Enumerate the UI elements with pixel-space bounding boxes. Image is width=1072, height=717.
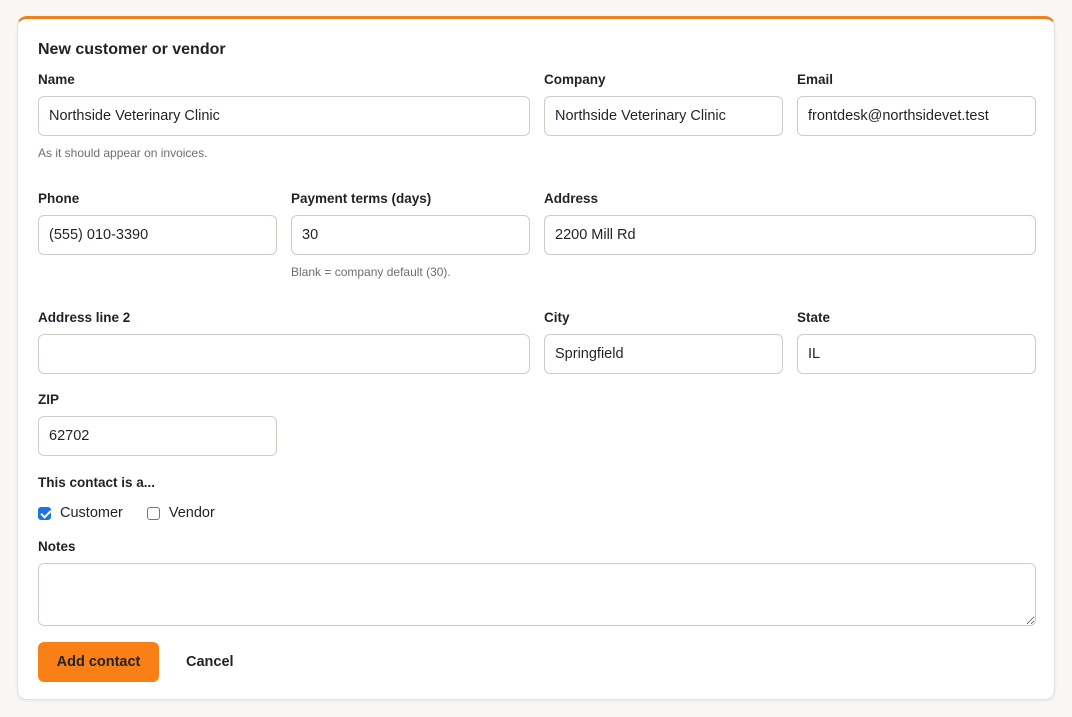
name-label: Name xyxy=(38,72,75,87)
address-line2-label: Address line 2 xyxy=(38,310,131,325)
city-input[interactable] xyxy=(544,334,783,374)
customer-option[interactable]: Customer xyxy=(38,505,123,521)
payment-terms-field-group: Payment terms (days) Blank = company def… xyxy=(291,191,530,281)
address-line2-field-group: Address line 2 xyxy=(38,310,530,376)
contact-type-options: Customer Vendor xyxy=(38,505,239,521)
company-field-group: Company xyxy=(544,72,783,138)
name-help-text: As it should appear on invoices. xyxy=(38,146,208,160)
payment-terms-help-text: Blank = company default (30). xyxy=(291,265,451,279)
email-input[interactable] xyxy=(797,96,1036,136)
vendor-option-label: Vendor xyxy=(168,505,215,521)
payment-terms-input[interactable] xyxy=(291,215,530,255)
vendor-option[interactable]: Vendor xyxy=(146,505,215,521)
address-input[interactable] xyxy=(544,215,1036,255)
contact-form-card: New customer or vendor Name As it should… xyxy=(17,16,1055,700)
address-field-group: Address xyxy=(544,191,1036,257)
state-field-group: State xyxy=(797,310,1036,376)
add-contact-button[interactable]: Add contact xyxy=(38,642,159,682)
payment-terms-label: Payment terms (days) xyxy=(291,191,432,206)
notes-label: Notes xyxy=(38,539,76,554)
state-label: State xyxy=(797,310,831,325)
customer-checkbox[interactable] xyxy=(38,506,51,520)
name-field-group: Name As it should appear on invoices. xyxy=(38,72,530,162)
notes-textarea[interactable] xyxy=(38,563,1036,626)
cancel-button[interactable]: Cancel xyxy=(176,642,244,682)
company-input[interactable] xyxy=(544,96,783,136)
customer-option-label: Customer xyxy=(60,505,123,521)
phone-label: Phone xyxy=(38,191,80,206)
form-title: New customer or vendor xyxy=(38,41,226,58)
contact-type-label: This contact is a... xyxy=(38,475,156,490)
city-label: City xyxy=(544,310,570,325)
city-field-group: City xyxy=(544,310,783,376)
zip-field-group: ZIP xyxy=(38,392,277,458)
email-label: Email xyxy=(797,72,834,87)
email-field-group: Email xyxy=(797,72,1036,138)
name-input[interactable] xyxy=(38,96,530,136)
company-label: Company xyxy=(544,72,606,87)
notes-field-group: Notes xyxy=(38,539,1036,626)
phone-input[interactable] xyxy=(38,215,277,255)
state-input[interactable] xyxy=(797,334,1036,374)
address-label: Address xyxy=(544,191,599,206)
contact-type-group: This contact is a... xyxy=(38,475,338,495)
zip-label: ZIP xyxy=(38,392,60,407)
address-line2-input[interactable] xyxy=(38,334,530,374)
vendor-checkbox[interactable] xyxy=(146,506,160,520)
phone-field-group: Phone xyxy=(38,191,277,257)
zip-input[interactable] xyxy=(38,416,277,456)
